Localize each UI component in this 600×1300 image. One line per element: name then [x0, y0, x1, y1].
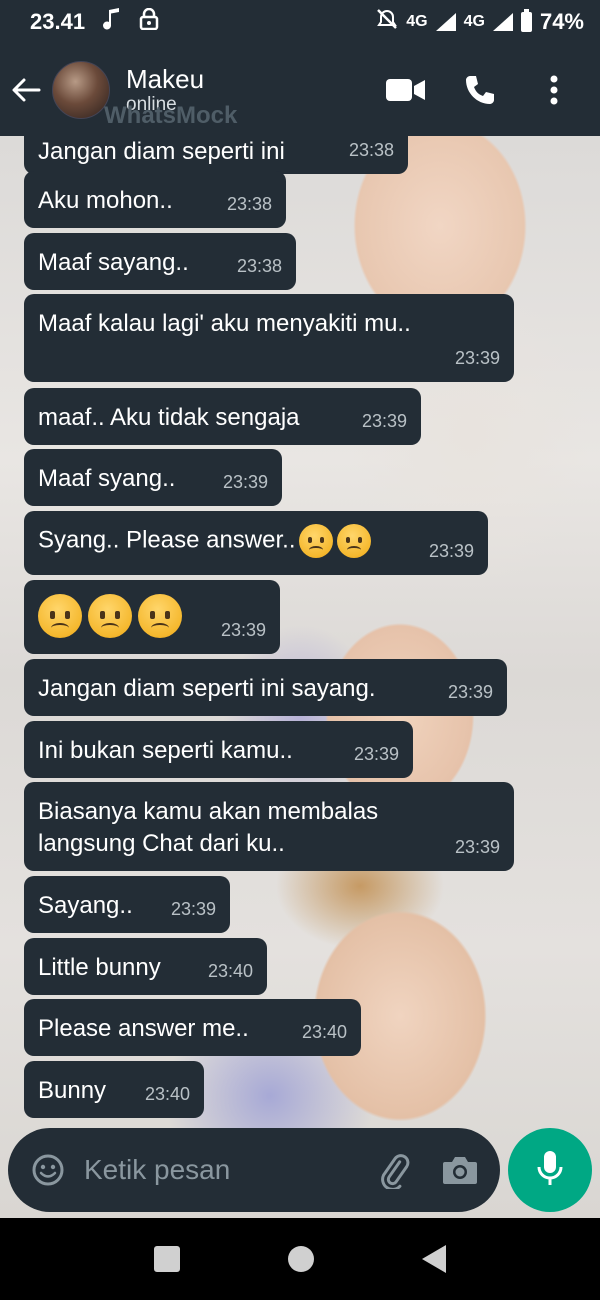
- message-time: 23:39: [454, 837, 500, 857]
- message-bubble[interactable]: Biasanya kamu akan membalas langsung Cha…: [24, 782, 514, 871]
- worried-face-emoji: [138, 594, 182, 638]
- message-bubble[interactable]: Maaf kalau lagi' aku menyakiti mu.. 23:3…: [24, 294, 514, 382]
- worried-face-emoji: [38, 594, 82, 638]
- signal-icon-2: [492, 13, 513, 31]
- system-nav-bar: [0, 1218, 600, 1300]
- message-bubble[interactable]: Little bunny 23:40: [24, 938, 267, 995]
- chat-area[interactable]: Jangan diam seperti ini 23:38 Aku mohon.…: [0, 136, 600, 1218]
- mute-icon: [376, 8, 398, 36]
- message-time: 23:39: [170, 899, 216, 919]
- message-time: 23:40: [207, 961, 253, 981]
- more-vertical-icon[interactable]: [534, 70, 574, 110]
- message-bubble[interactable]: maaf.. Aku tidak sengaja 23:39: [24, 388, 421, 445]
- emoji-icon[interactable]: [26, 1148, 70, 1192]
- message-time: 23:40: [301, 1022, 347, 1042]
- message-bubble[interactable]: 23:39: [24, 580, 280, 654]
- home-button[interactable]: [288, 1246, 314, 1272]
- battery-percent: 74%: [539, 9, 584, 34]
- message-bubble[interactable]: Syang.. Please answer.. 23:39: [24, 511, 488, 575]
- message-time: 23:38: [226, 194, 272, 214]
- signal-icon: [435, 13, 456, 31]
- message-text: Please answer me..: [38, 1015, 249, 1042]
- message-bubble[interactable]: Aku mohon.. 23:38: [24, 171, 286, 228]
- message-input[interactable]: Ketik pesan: [84, 1154, 372, 1186]
- network-label-1: 4G: [406, 13, 428, 30]
- music-note-icon: [103, 8, 121, 36]
- video-call-icon[interactable]: [386, 70, 426, 110]
- network-label-2: 4G: [463, 13, 485, 30]
- worried-face-emoji: [299, 524, 334, 558]
- chat-header: Makeu online WhatsMock: [0, 44, 600, 136]
- back-arrow-icon[interactable]: [0, 44, 52, 136]
- worried-face-emoji: [337, 524, 372, 558]
- message-bubble[interactable]: Jangan diam seperti ini sayang. 23:39: [24, 659, 507, 716]
- watermark: WhatsMock: [104, 102, 238, 129]
- message-time: 23:39: [361, 411, 407, 431]
- message-text: maaf.. Aku tidak sengaja: [38, 404, 300, 431]
- avatar[interactable]: [52, 61, 110, 119]
- message-time: 23:39: [222, 472, 268, 492]
- message-text: Ini bukan seperti kamu..: [38, 737, 293, 764]
- message-text: Biasanya kamu akan membalas langsung Cha…: [38, 798, 379, 857]
- message-bubble[interactable]: Please answer me.. 23:40: [24, 999, 361, 1056]
- back-button[interactable]: [422, 1245, 446, 1273]
- lock-icon: [139, 7, 159, 36]
- contact-name: Makeu: [126, 64, 205, 94]
- recents-button[interactable]: [154, 1246, 180, 1272]
- message-time: 23:38: [236, 256, 282, 276]
- battery-icon: [520, 9, 532, 32]
- message-time: 23:39: [428, 541, 474, 561]
- camera-icon[interactable]: [438, 1148, 482, 1192]
- message-bubble[interactable]: Sayang.. 23:39: [24, 876, 230, 933]
- message-bubble[interactable]: Maaf syang.. 23:39: [24, 449, 282, 506]
- message-time: 23:38: [348, 140, 394, 160]
- message-bubble[interactable]: Bunny 23:40: [24, 1061, 204, 1118]
- status-bar: 23.41 4G 4G 74%: [0, 0, 600, 44]
- worried-face-emoji: [88, 594, 132, 638]
- message-time: 23:39: [447, 682, 493, 702]
- message-text: Maaf kalau lagi' aku menyakiti mu..: [38, 310, 411, 337]
- message-text: Jangan diam seperti ini: [38, 138, 285, 165]
- message-bubble[interactable]: Ini bukan seperti kamu.. 23:39: [24, 721, 413, 778]
- message-text: Jangan diam seperti ini sayang.: [38, 675, 376, 702]
- message-bubble[interactable]: Maaf sayang.. 23:38: [24, 233, 296, 290]
- mic-icon: [536, 1149, 564, 1192]
- message-text: Syang.. Please answer..: [38, 526, 296, 554]
- mic-button[interactable]: [508, 1128, 592, 1212]
- phone-call-icon[interactable]: [460, 70, 500, 110]
- message-time: 23:39: [454, 348, 500, 368]
- message-bubble[interactable]: Jangan diam seperti ini 23:38: [24, 136, 408, 174]
- attach-icon[interactable]: [372, 1148, 416, 1192]
- message-time: 23:39: [353, 744, 399, 764]
- message-time: 23:39: [220, 620, 266, 640]
- message-time: 23:40: [144, 1084, 190, 1104]
- message-input-bar[interactable]: Ketik pesan: [8, 1128, 500, 1212]
- status-time: 23.41: [30, 9, 86, 34]
